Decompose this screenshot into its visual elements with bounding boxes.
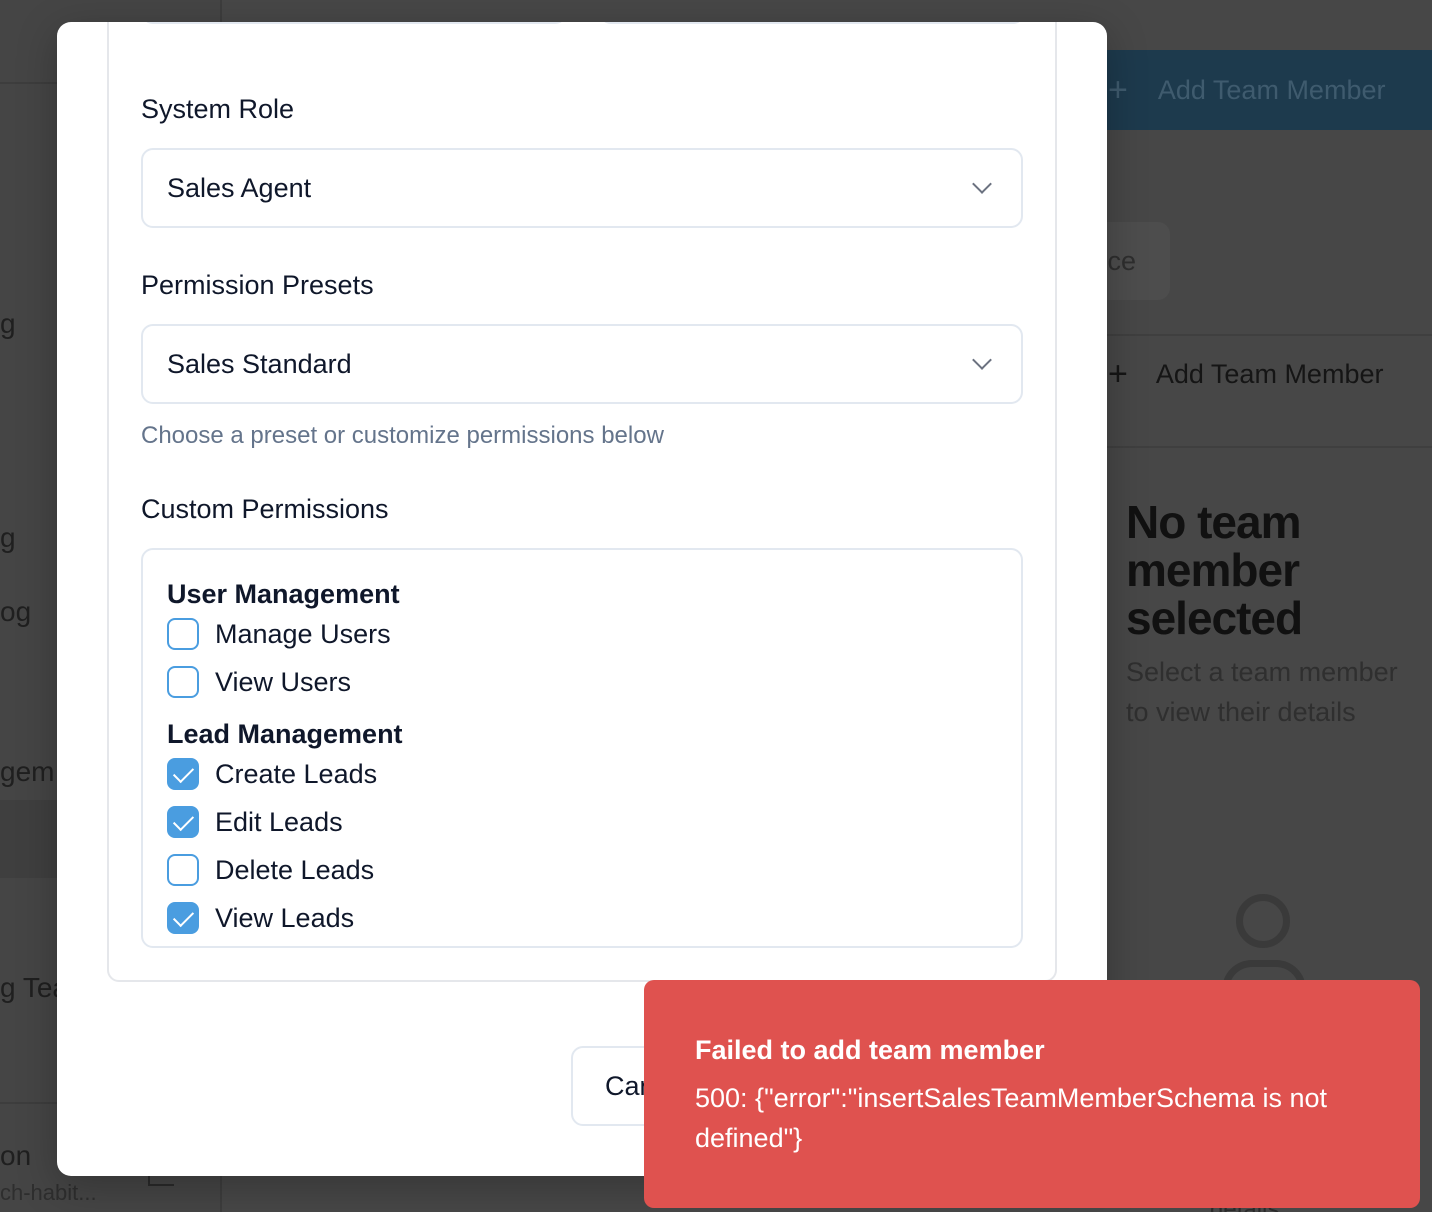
toast-title: Failed to add team member xyxy=(695,1035,1045,1065)
system-role-value: Sales Agent xyxy=(167,172,312,203)
permission-edit-leads[interactable]: Edit Leads xyxy=(167,798,997,846)
add-team-member-header-button[interactable]: + Add Team Member xyxy=(1090,50,1432,130)
sidebar-item[interactable]: og xyxy=(0,596,31,628)
permission-view-users[interactable]: View Users xyxy=(167,658,997,706)
permission-label: Manage Users xyxy=(215,618,391,649)
create-leads-checkbox[interactable] xyxy=(167,758,199,790)
permission-label: Edit Leads xyxy=(215,806,343,837)
permission-presets-select[interactable]: Sales Standard xyxy=(141,324,1023,404)
user-icon xyxy=(1236,894,1290,948)
view-leads-checkbox[interactable] xyxy=(167,902,199,934)
manage-users-checkbox[interactable] xyxy=(167,618,199,650)
text-input[interactable] xyxy=(599,22,1025,24)
system-role-label: System Role xyxy=(141,94,295,124)
view-users-checkbox[interactable] xyxy=(167,666,199,698)
permission-manage-users[interactable]: Manage Users xyxy=(167,610,997,658)
plus-icon: + xyxy=(1108,70,1128,109)
permission-label: Create Leads xyxy=(215,758,378,789)
add-team-member-label: Add Team Member xyxy=(1155,358,1384,389)
divider xyxy=(1100,446,1432,448)
sidebar-item[interactable]: g xyxy=(0,308,16,340)
permission-delete-leads[interactable]: Delete Leads xyxy=(167,846,997,894)
sidebar-item[interactable]: gem xyxy=(0,756,54,788)
permission-presets-value: Sales Standard xyxy=(167,348,352,379)
error-toast[interactable]: Failed to add team member 500: {"error":… xyxy=(644,980,1420,1208)
permission-presets-hint: Choose a preset or customize permissions… xyxy=(141,422,664,449)
chevron-down-icon xyxy=(972,350,992,370)
add-team-member-header-label: Add Team Member xyxy=(1157,74,1386,105)
permission-label: View Leads xyxy=(215,902,355,933)
chevron-down-icon xyxy=(972,174,992,194)
permission-label: Delete Leads xyxy=(215,854,375,885)
tab-pill-label: ce xyxy=(1107,245,1136,276)
sidebar-footer-title: on xyxy=(0,1140,32,1171)
edit-leads-checkbox[interactable] xyxy=(167,806,199,838)
add-team-member-button[interactable]: + Add Team Member xyxy=(1100,336,1432,412)
plus-icon: + xyxy=(1108,354,1128,393)
sidebar-footer-subtitle: ch-habit... xyxy=(0,1180,97,1205)
permission-label: View Users xyxy=(215,666,352,697)
sidebar-item[interactable]: g xyxy=(0,522,16,554)
permission-presets-label: Permission Presets xyxy=(141,270,374,300)
permissions-scroll-area[interactable]: User Management Manage Users View Users … xyxy=(141,548,1023,948)
permission-create-leads[interactable]: Create Leads xyxy=(167,750,997,798)
permission-group-title: User Management xyxy=(167,579,400,609)
text-input[interactable] xyxy=(141,22,567,24)
permission-group-title: Lead Management xyxy=(167,719,403,749)
toast-message: 500: {"error":"insertSalesTeamMemberSche… xyxy=(695,1083,1328,1153)
system-role-select[interactable]: Sales Agent xyxy=(141,148,1023,228)
permission-view-leads[interactable]: View Leads xyxy=(167,894,997,942)
delete-leads-checkbox[interactable] xyxy=(167,854,199,886)
empty-state-title: No team member selected xyxy=(1126,496,1303,644)
empty-state-subtitle: Select a team member to view their detai… xyxy=(1126,657,1398,727)
custom-permissions-label: Custom Permissions xyxy=(141,494,389,524)
